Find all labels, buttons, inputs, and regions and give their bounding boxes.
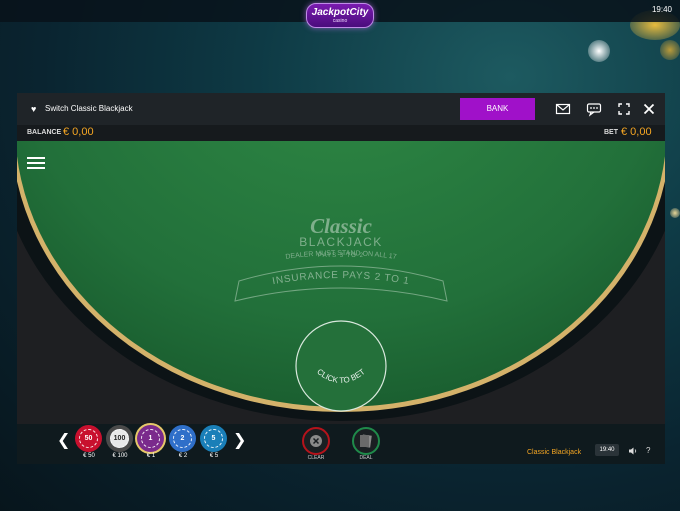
clear-label: CLEAR [307, 455, 325, 461]
chat-icon[interactable] [586, 101, 602, 117]
balance-value: € 0,00 [63, 126, 94, 138]
jackpotcity-logo[interactable]: JackpotCity casino [306, 3, 374, 28]
chip-2[interactable]: 2 [169, 425, 196, 452]
info-bar: BALANCE € 0,00 BET € 0,00 [17, 125, 665, 141]
chip-label-100: € 100 [112, 453, 128, 459]
deal-label: DEAL [359, 455, 373, 461]
logo-subtext: casino [332, 18, 348, 24]
heart-icon[interactable]: ♥ [31, 104, 36, 114]
balance-label: BALANCE [27, 129, 62, 136]
footer-clock: 19:40 [595, 444, 619, 456]
sound-icon[interactable] [628, 446, 638, 456]
bet-spot[interactable] [295, 320, 387, 412]
clear-button[interactable] [302, 427, 330, 455]
mail-icon[interactable] [555, 101, 571, 117]
chip-label-50: € 50 [83, 453, 95, 459]
chip-label-5: € 5 [209, 453, 219, 459]
clear-icon [310, 435, 322, 447]
chip-50[interactable]: 50 [75, 425, 102, 452]
chip-label-1: € 1 [146, 453, 156, 459]
bank-button[interactable]: BANK [460, 98, 535, 120]
deal-button[interactable] [352, 427, 380, 455]
chevron-right-icon[interactable]: ❯ [233, 430, 246, 450]
deal-icon [360, 434, 372, 448]
logo-text: JackpotCity [311, 7, 369, 18]
window-title: Switch Classic Blackjack [45, 104, 133, 113]
footer-game-name: Classic Blackjack [527, 449, 582, 456]
blackjack-table: Classic BLACKJACK PAYS 3 TO 2 DEALER MUS… [17, 141, 665, 424]
help-icon[interactable]: ? [646, 446, 650, 455]
table-logo-main: BLACKJACK [299, 235, 383, 249]
close-icon[interactable] [641, 101, 657, 117]
chevron-left-icon[interactable]: ❮ [57, 430, 70, 450]
bottom-bar: ❮ 50 € 50 100 € 100 1 € 1 2 € 2 5 € 5 ❯ [17, 424, 665, 464]
chip-100[interactable]: 100 [106, 425, 133, 452]
chip-label-2: € 2 [178, 453, 188, 459]
chip-1-selected[interactable]: 1 [137, 425, 164, 452]
chip-5[interactable]: 5 [200, 425, 227, 452]
bet-label: BET [604, 129, 618, 136]
window-header: ♥ Switch Classic Blackjack BANK [17, 93, 665, 125]
bet-value: € 0,00 [621, 126, 652, 138]
system-clock: 19:40 [651, 5, 672, 14]
fullscreen-icon[interactable] [616, 101, 632, 117]
game-window: ♥ Switch Classic Blackjack BANK BALANCE … [17, 93, 665, 464]
hamburger-menu-icon[interactable] [27, 157, 45, 171]
